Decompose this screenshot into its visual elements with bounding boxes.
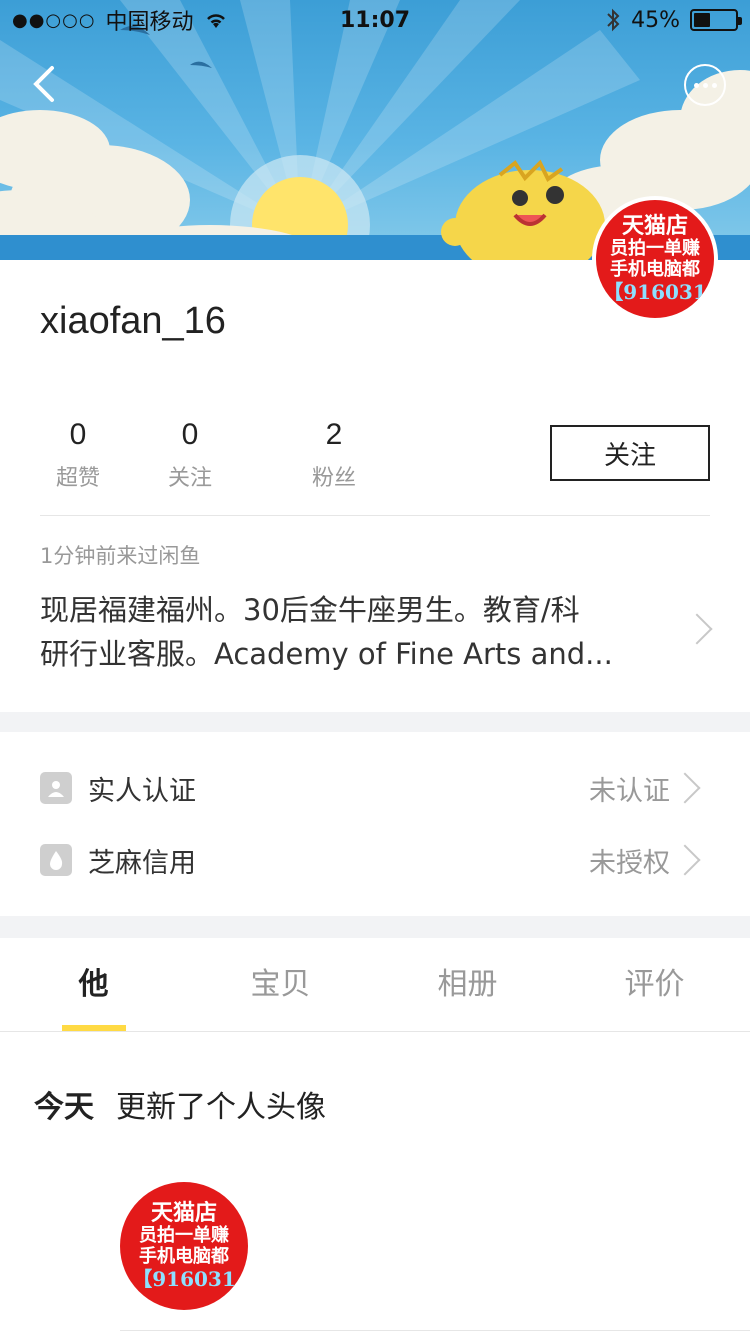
avatar-text-line3: 手机电脑都 — [610, 259, 700, 281]
bio-line: 研行业客服。Academy of Fine Arts and... — [40, 637, 613, 671]
battery-percent: 45% — [631, 7, 680, 33]
tab-label: 宝贝 — [250, 967, 311, 1002]
follow-button[interactable]: 关注 — [550, 425, 710, 481]
tab-label: 相册 — [437, 967, 498, 1002]
more-options-button[interactable] — [684, 64, 726, 106]
row-value: 未认证 — [589, 775, 670, 807]
row-label: 实人认证 — [88, 775, 196, 807]
chevron-right-icon — [669, 772, 701, 804]
stat-fans[interactable]: 2 粉丝 — [262, 418, 406, 492]
tab-reviews[interactable]: 评价 — [561, 938, 748, 1031]
bio-text[interactable]: 现居福建福州。30后金牛座男生。教育/科 研行业客服。Academy of Fi… — [40, 588, 660, 676]
timeline-avatar-image[interactable]: 天猫店 员拍一单赚 手机电脑都 【916031 — [120, 1182, 248, 1310]
last-visit-text: 1分钟前来过闲鱼 — [40, 544, 201, 568]
stat-value: 0 — [69, 418, 87, 451]
tab-items[interactable]: 宝贝 — [187, 938, 374, 1031]
avatar-text-line2: 员拍一单赚 — [139, 1225, 229, 1247]
profile-stats: 0 超赞 0 关注 2 粉丝 — [40, 418, 420, 492]
tab-album[interactable]: 相册 — [374, 938, 561, 1031]
avatar-text-line4: 【916031 — [603, 279, 707, 304]
profile-avatar[interactable]: 天猫店 员拍一单赚 手机电脑都 【916031 — [592, 196, 718, 322]
section-gap — [0, 916, 750, 938]
person-id-icon — [40, 772, 72, 804]
divider — [40, 515, 710, 516]
stat-value: 0 — [181, 418, 199, 451]
chevron-right-icon — [669, 844, 701, 876]
chevron-left-icon — [33, 66, 54, 102]
back-button[interactable] — [28, 62, 68, 106]
signal-strength: ●●○○○ — [12, 9, 96, 31]
avatar-text-line3: 手机电脑都 — [139, 1246, 229, 1268]
stat-label: 粉丝 — [311, 466, 356, 491]
bluetooth-icon — [607, 8, 620, 32]
sesame-credit-icon — [40, 844, 72, 876]
bio-line: 现居福建福州。30后金牛座男生。教育/科 — [40, 593, 580, 627]
more-dots-icon — [693, 82, 699, 88]
section-gap — [0, 712, 750, 732]
tab-label: 他 — [78, 967, 109, 1002]
stat-label: 关注 — [167, 466, 212, 491]
tab-him[interactable]: 他 — [0, 938, 187, 1031]
timeline-day: 今天 — [34, 1090, 94, 1125]
active-tab-indicator — [62, 1025, 126, 1031]
divider — [120, 1330, 750, 1331]
battery-icon — [690, 9, 742, 31]
tab-label: 评价 — [624, 967, 685, 1002]
wifi-icon — [206, 14, 225, 28]
timeline-event: 更新了个人头像 — [116, 1090, 326, 1125]
avatar-text-line2: 员拍一单赚 — [610, 238, 700, 260]
stat-following[interactable]: 0 关注 — [118, 418, 262, 492]
status-bar: ●●○○○ 中国移动 11:07 45% — [0, 0, 750, 40]
real-name-verification-row[interactable]: 实人认证 未认证 — [40, 758, 710, 818]
stat-value: 2 — [325, 418, 343, 451]
row-value: 未授权 — [589, 847, 670, 879]
timeline-entry: 今天 更新了个人头像 — [34, 1082, 326, 1126]
avatar-text-line1: 天猫店 — [150, 1200, 217, 1227]
sesame-credit-row[interactable]: 芝麻信用 未授权 — [40, 830, 710, 890]
chevron-right-icon[interactable] — [681, 613, 713, 645]
profile-tabs: 他 宝贝 相册 评价 — [0, 938, 750, 1032]
carrier-name: 中国移动 — [105, 10, 194, 35]
avatar-text-line4: 【916031 — [132, 1266, 236, 1291]
avatar-text-line1: 天猫店 — [621, 213, 688, 240]
row-label: 芝麻信用 — [88, 847, 196, 879]
stat-likes[interactable]: 0 超赞 — [38, 418, 118, 492]
stat-label: 超赞 — [55, 466, 100, 491]
username: xiaofan_16 — [40, 300, 226, 342]
